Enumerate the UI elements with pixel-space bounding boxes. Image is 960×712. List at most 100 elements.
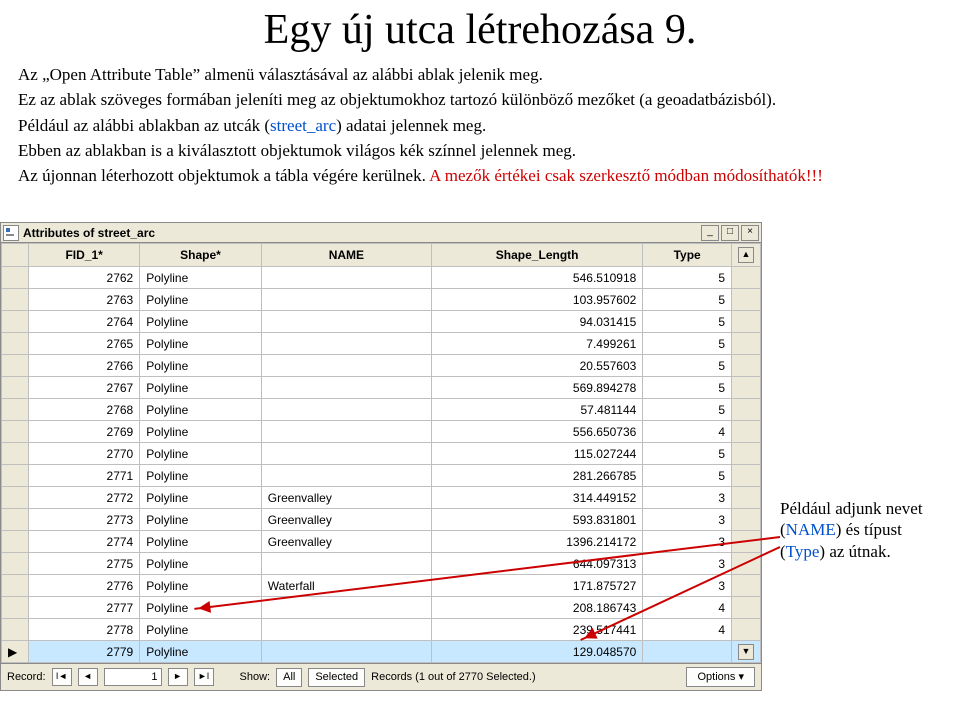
col-shape[interactable]: Shape*	[140, 244, 262, 267]
table-row[interactable]: 2765Polyline7.4992615	[2, 333, 761, 355]
cell-length[interactable]: 593.831801	[431, 509, 642, 531]
cell-fid[interactable]: 2779	[29, 641, 140, 663]
scroll-track[interactable]	[732, 597, 761, 619]
cell-name[interactable]	[261, 399, 431, 421]
nav-next-button[interactable]: ►	[168, 668, 188, 686]
nav-last-button[interactable]: ►I	[194, 668, 214, 686]
cell-shape[interactable]: Polyline	[140, 311, 262, 333]
cell-name[interactable]	[261, 641, 431, 663]
table-row[interactable]: 2770Polyline115.0272445	[2, 443, 761, 465]
nav-first-button[interactable]: I◄	[52, 668, 72, 686]
table-row[interactable]: 2764Polyline 94.0314155	[2, 311, 761, 333]
scroll-track[interactable]	[732, 289, 761, 311]
cell-name[interactable]	[261, 311, 431, 333]
row-header[interactable]	[2, 311, 29, 333]
options-button[interactable]: Options ▾	[686, 667, 755, 687]
row-header[interactable]	[2, 619, 29, 641]
cell-shape[interactable]: Polyline	[140, 289, 262, 311]
row-header[interactable]	[2, 289, 29, 311]
row-header[interactable]	[2, 355, 29, 377]
table-row[interactable]: 2762Polyline546.5109185	[2, 267, 761, 289]
cell-fid[interactable]: 2767	[29, 377, 140, 399]
row-header[interactable]	[2, 597, 29, 619]
show-all-button[interactable]: All	[276, 668, 302, 687]
cell-fid[interactable]: 2777	[29, 597, 140, 619]
maximize-button[interactable]: □	[721, 225, 739, 241]
cell-type[interactable]: 5	[643, 289, 732, 311]
scroll-track[interactable]	[732, 333, 761, 355]
scroll-track[interactable]	[732, 377, 761, 399]
cell-length[interactable]: 115.027244	[431, 443, 642, 465]
row-header[interactable]	[2, 421, 29, 443]
cell-type[interactable]: 5	[643, 333, 732, 355]
cell-type[interactable]: 3	[643, 509, 732, 531]
scroll-track[interactable]	[732, 267, 761, 289]
col-name[interactable]: NAME	[261, 244, 431, 267]
nav-prev-button[interactable]: ◄	[78, 668, 98, 686]
table-row[interactable]: 2769Polyline 556.6507364	[2, 421, 761, 443]
cell-name[interactable]	[261, 421, 431, 443]
minimize-button[interactable]: _	[701, 225, 719, 241]
cell-fid[interactable]: 2769	[29, 421, 140, 443]
row-header[interactable]	[2, 443, 29, 465]
cell-type[interactable]: 4	[643, 619, 732, 641]
cell-name[interactable]	[261, 377, 431, 399]
cell-name[interactable]	[261, 553, 431, 575]
table-row[interactable]: ▶2779Polyline129.048570▼	[2, 641, 761, 663]
cell-type[interactable]: 5	[643, 377, 732, 399]
cell-name[interactable]	[261, 443, 431, 465]
row-header[interactable]	[2, 575, 29, 597]
close-button[interactable]: ×	[741, 225, 759, 241]
table-row[interactable]: 2768Polyline57.4811445	[2, 399, 761, 421]
cell-name[interactable]	[261, 355, 431, 377]
cell-shape[interactable]: Polyline	[140, 553, 262, 575]
cell-length[interactable]: 129.048570	[431, 641, 642, 663]
row-header[interactable]	[2, 333, 29, 355]
cell-name[interactable]	[261, 289, 431, 311]
cell-type[interactable]: 4	[643, 421, 732, 443]
scroll-track[interactable]	[732, 443, 761, 465]
cell-shape[interactable]: Polyline	[140, 421, 262, 443]
row-header[interactable]	[2, 399, 29, 421]
attributes-table[interactable]: FID_1* Shape* NAME Shape_Length Type ▲ 2…	[1, 243, 761, 663]
scroll-track[interactable]	[732, 509, 761, 531]
cell-fid[interactable]: 2772	[29, 487, 140, 509]
col-fid[interactable]: FID_1*	[29, 244, 140, 267]
table-row[interactable]: 2771Polyline281.2667855	[2, 465, 761, 487]
row-header[interactable]: ▶	[2, 641, 29, 663]
cell-length[interactable]: 94.031415	[431, 311, 642, 333]
table-row[interactable]: 2775Polyline644.0973133	[2, 553, 761, 575]
cell-fid[interactable]: 2776	[29, 575, 140, 597]
scroll-track[interactable]	[732, 355, 761, 377]
cell-shape[interactable]: Polyline	[140, 619, 262, 641]
cell-type[interactable]: 5	[643, 355, 732, 377]
cell-type[interactable]: 3	[643, 487, 732, 509]
cell-length[interactable]: 556.650736	[431, 421, 642, 443]
show-selected-button[interactable]: Selected	[308, 668, 365, 687]
scroll-track[interactable]	[732, 487, 761, 509]
cell-fid[interactable]: 2768	[29, 399, 140, 421]
cell-fid[interactable]: 2764	[29, 311, 140, 333]
record-number-input[interactable]: 1	[104, 668, 162, 686]
row-header[interactable]	[2, 377, 29, 399]
cell-length[interactable]: 1396.214172	[431, 531, 642, 553]
cell-name[interactable]: Greenvalley	[261, 487, 431, 509]
col-type[interactable]: Type	[643, 244, 732, 267]
scroll-track[interactable]	[732, 465, 761, 487]
row-header[interactable]	[2, 465, 29, 487]
cell-name[interactable]: Waterfall	[261, 575, 431, 597]
cell-length[interactable]: 7.499261	[431, 333, 642, 355]
cell-length[interactable]: 281.266785	[431, 465, 642, 487]
cell-shape[interactable]: Polyline	[140, 267, 262, 289]
scroll-track[interactable]	[732, 575, 761, 597]
cell-shape[interactable]: Polyline	[140, 575, 262, 597]
table-row[interactable]: 2763Polyline103.9576025	[2, 289, 761, 311]
scroll-up-button[interactable]: ▲	[738, 247, 754, 263]
titlebar[interactable]: Attributes of street_arc _ □ ×	[1, 223, 761, 243]
cell-fid[interactable]: 2778	[29, 619, 140, 641]
cell-fid[interactable]: 2763	[29, 289, 140, 311]
cell-length[interactable]: 546.510918	[431, 267, 642, 289]
scroll-track[interactable]	[732, 311, 761, 333]
cell-type[interactable]: 5	[643, 267, 732, 289]
cell-type[interactable]: 5	[643, 311, 732, 333]
